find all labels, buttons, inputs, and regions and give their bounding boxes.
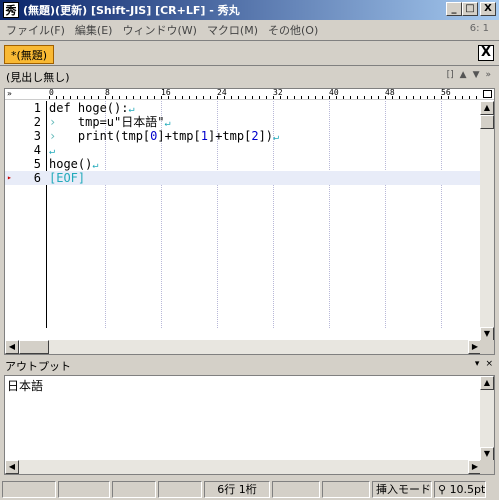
status-cell (112, 480, 156, 498)
menu-edit[interactable]: 編集(E) (70, 22, 118, 38)
cursor-position-readout: 6: 1 (469, 23, 489, 34)
output-menu-icon[interactable]: ▾ (475, 359, 480, 369)
editor-line[interactable]: 4 ↵ (5, 143, 482, 157)
line-number: 3 (33, 129, 41, 143)
newline-mark-icon: ↵ (164, 118, 171, 129)
title-bar[interactable]: 秀 (無題)(更新) [Shift-JIS] [CR+LF] - 秀丸 _ □ … (0, 0, 499, 20)
menu-other[interactable]: その他(O) (263, 22, 323, 38)
minimize-button[interactable]: _ (446, 2, 462, 16)
scroll-down-icon[interactable]: ▼ (480, 327, 494, 341)
editor-line[interactable]: 1 def hoge():↵ (5, 101, 482, 115)
line-number: 1 (33, 101, 41, 115)
ruler: » 0 8 16 24 32 40 48 56 (5, 89, 494, 100)
newline-mark-icon: ↵ (92, 160, 99, 171)
zoom-icon: ⚲ (438, 482, 447, 496)
output-title: アウトプット (5, 360, 71, 373)
code-token: 2 (251, 129, 259, 143)
scroll-thumb-horizontal[interactable] (19, 340, 49, 354)
scrollbar-corner (480, 460, 494, 474)
editor-line[interactable]: 2 › tmp=u"日本語"↵ (5, 115, 482, 129)
ruler-left-mark[interactable]: » (7, 89, 12, 98)
menu-file[interactable]: ファイル(F) (0, 22, 70, 38)
editor-line[interactable]: ▸ 6 [EOF] (5, 171, 482, 185)
scroll-left-icon[interactable]: ◀ (5, 340, 19, 354)
code-token: def hoge(): (49, 101, 129, 115)
heading-more-icon[interactable]: » (485, 70, 491, 80)
code-token: [EOF] (49, 171, 86, 185)
heading-toggle-icon[interactable]: [] (447, 70, 454, 80)
editor-horizontal-scrollbar[interactable]: ◀ ▶ (5, 340, 482, 354)
status-zoom[interactable]: ⚲ 10.5pt (434, 480, 486, 498)
status-bar: 6行 1桁 挿入モード ⚲ 10.5pt (0, 478, 499, 500)
status-cell (272, 480, 320, 498)
output-close-icon[interactable]: × (485, 359, 493, 369)
scroll-left-icon[interactable]: ◀ (5, 460, 19, 474)
code-token: ]+tmp[ (157, 129, 201, 143)
status-cell (2, 480, 56, 498)
code-token: 1 (200, 129, 208, 143)
tab-untitled[interactable]: *(無題) (4, 45, 55, 64)
code-text[interactable]: [EOF] (49, 171, 85, 185)
line-number: 5 (33, 157, 41, 171)
menu-macro[interactable]: マクロ(M) (202, 22, 263, 38)
close-button[interactable]: X (480, 2, 496, 16)
heading-up-icon[interactable]: ▲ (460, 70, 467, 80)
newline-mark-icon: ↵ (128, 104, 135, 115)
code-token: ]) (258, 129, 274, 143)
newline-mark-icon: ↵ (49, 146, 56, 157)
editor-pane[interactable]: » 0 8 16 24 32 40 48 56 1 def hoge():↵ 2 › … (4, 88, 495, 355)
code-token: print(tmp[ (77, 129, 151, 143)
heading-bar: (見出し無し) [] ▲ ▼ » (0, 67, 499, 87)
output-text: 日本語 (7, 379, 44, 393)
tab-close-button[interactable]: X (478, 45, 494, 61)
code-token: hoge() (49, 157, 93, 171)
tab-mark-icon: › (49, 115, 78, 129)
app-icon[interactable]: 秀 (3, 2, 19, 18)
output-vertical-scrollbar[interactable]: ▲ ▼ (480, 376, 494, 461)
status-font-size: 10.5pt (449, 482, 486, 496)
editor-vertical-scrollbar[interactable]: ▲ ▼ (480, 101, 494, 341)
line-number: 2 (33, 115, 41, 129)
output-header: アウトプット ▾ × (0, 358, 499, 374)
newline-mark-icon: ↵ (273, 132, 280, 143)
scroll-down-icon[interactable]: ▼ (480, 447, 494, 461)
editor-line[interactable]: 3 › print(tmp[0]+tmp[1]+tmp[2])↵ (5, 129, 482, 143)
tab-bar: *(無題) X (0, 40, 499, 66)
heading-down-icon[interactable]: ▼ (473, 70, 480, 80)
line-number: 4 (33, 143, 41, 157)
status-cell (322, 480, 370, 498)
output-horizontal-scrollbar[interactable]: ◀ ▶ (5, 460, 482, 474)
status-cell (58, 480, 110, 498)
menu-window[interactable]: ウィンドウ(W) (117, 22, 201, 38)
scrollbar-corner (480, 340, 494, 354)
status-insert-mode[interactable]: 挿入モード (372, 480, 432, 498)
scroll-up-icon[interactable]: ▲ (480, 376, 494, 390)
tab-mark-icon: › (49, 129, 78, 143)
code-token: ]+tmp[ (207, 129, 252, 143)
status-cell (158, 480, 202, 498)
editor-line[interactable]: 5 hoge()↵ (5, 157, 482, 171)
scroll-up-icon[interactable]: ▲ (480, 101, 494, 115)
scroll-thumb[interactable] (480, 115, 494, 129)
ruler-config-icon[interactable] (483, 90, 492, 98)
current-line-marker-icon: ▸ (7, 173, 12, 182)
status-line-column[interactable]: 6行 1桁 (204, 480, 270, 498)
ruler-ticks (49, 96, 480, 99)
code-token: tmp=u"日本語" (77, 115, 165, 129)
code-area[interactable]: 1 def hoge():↵ 2 › tmp=u"日本語"↵ 3 › print(tmp[… (5, 101, 482, 328)
output-pane[interactable]: 日本語 ▲ ▼ ◀ ▶ (4, 375, 495, 475)
maximize-button[interactable]: □ (462, 2, 478, 16)
heading-label[interactable]: (見出し無し) (6, 69, 70, 85)
menu-bar: ファイル(F) 編集(E) ウィンドウ(W) マクロ(M) その他(O) 6: … (0, 20, 499, 39)
window-title: (無題)(更新) [Shift-JIS] [CR+LF] - 秀丸 (23, 4, 240, 17)
